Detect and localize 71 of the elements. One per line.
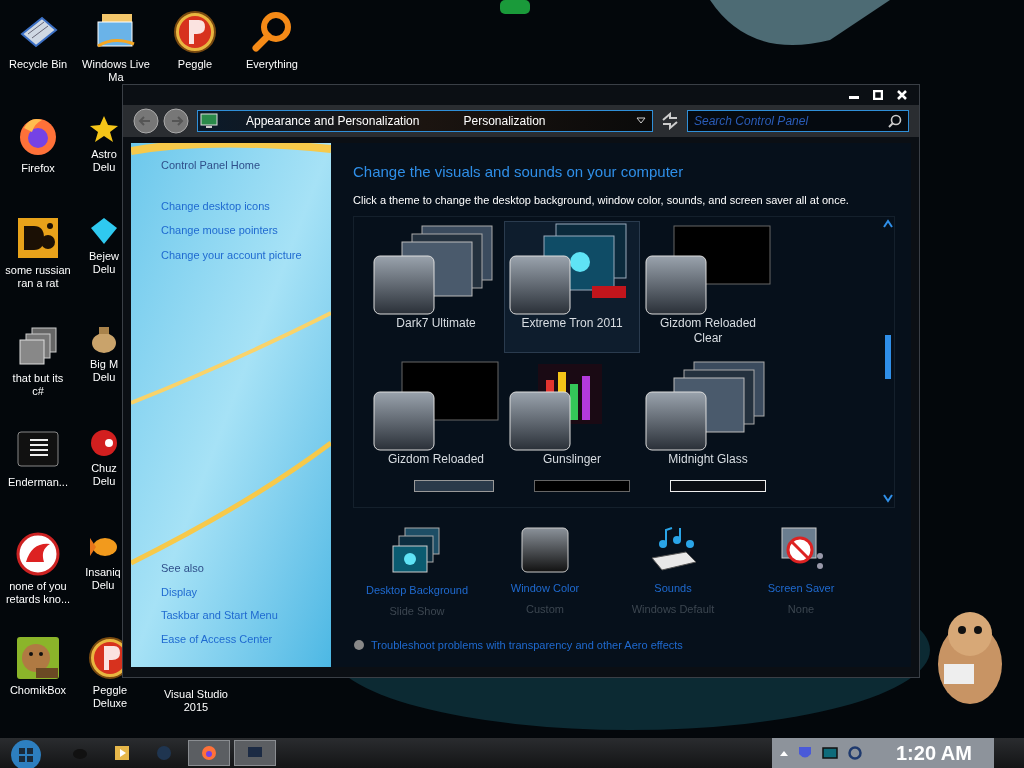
desktop-icon-label[interactable]: Astro Delu [86, 148, 122, 174]
stacked-windows-icon [16, 324, 60, 368]
indicator-light-icon [500, 0, 530, 14]
caret-up-icon[interactable] [780, 750, 788, 756]
search-field[interactable]: Search Control Panel [687, 110, 909, 132]
setting-link[interactable]: Screen Saver [767, 580, 835, 597]
desktop-icon-label[interactable]: Firefox [21, 162, 55, 175]
theme-tile[interactable]: Midnight Glass [640, 357, 776, 474]
peggle-icon [173, 10, 217, 54]
dropdown-icon[interactable] [636, 117, 646, 125]
monitor-icon [200, 113, 218, 129]
monitor-icon[interactable] [822, 747, 838, 759]
desktop-icon-label[interactable]: Peggle Deluxe [84, 684, 136, 710]
theme-name: Gunslinger [542, 452, 602, 467]
troubleshoot-link[interactable]: Troubleshoot problems with transparency and other Aero effects [371, 637, 683, 654]
desktop-icon-label[interactable]: Insaniq Delu [84, 566, 122, 592]
ball-icon [89, 428, 119, 458]
theme-name: Dark7 Ultimate [395, 316, 477, 331]
desktop-icon-label[interactable]: Bejew Delu [86, 250, 122, 276]
see-also-heading: See also [161, 561, 205, 576]
breadcrumb[interactable]: Appearance and Personalization [246, 112, 420, 130]
setting-link[interactable]: Desktop Background [365, 582, 469, 599]
theme-tile[interactable]: Gizdom Reloaded Clear [640, 221, 776, 353]
firefox-icon [201, 745, 217, 761]
maximize-icon[interactable] [873, 90, 883, 100]
theme-name: Gizdom Reloaded [386, 452, 486, 467]
desktop-icon-label[interactable]: some russian ran a rat [0, 264, 76, 290]
hamster-box-icon [16, 636, 60, 680]
desktop-icon-label[interactable]: Peggle [177, 58, 213, 71]
theme-tile[interactable]: Gunslinger [504, 357, 640, 474]
theme-name: Extreme Tron 2011 [520, 316, 624, 331]
search-input[interactable]: Search Control Panel [694, 112, 888, 130]
address-bar[interactable]: Appearance and Personalization Personalization [197, 110, 653, 132]
magnifier-icon [250, 10, 294, 54]
desktop-icon-label[interactable]: Enderman... [8, 476, 68, 489]
search-icon[interactable] [888, 114, 902, 128]
breadcrumb[interactable]: Personalization [463, 112, 546, 130]
desktop-icon-label[interactable]: ChomikBox [9, 684, 67, 697]
page-heading: Change the visuals and sounds on your computer [353, 162, 685, 182]
task-link[interactable]: Change your account picture [161, 246, 331, 263]
gem-icon [89, 216, 119, 246]
see-also-link[interactable]: Display [161, 583, 331, 600]
theme-name: Gizdom Reloaded Clear [658, 316, 758, 346]
forward-icon[interactable] [163, 108, 189, 134]
page-description: Click a theme to change the desktop background, window color, sounds, and screen saver all at once. [353, 192, 850, 208]
glass-square-icon [520, 526, 570, 574]
refresh-icon[interactable] [661, 112, 679, 130]
desktop-icon-label[interactable]: Windows Live Ma [76, 58, 156, 84]
control-panel-home-link[interactable]: Control Panel Home [161, 157, 331, 174]
window-taskbar-button[interactable] [234, 740, 276, 766]
monitor-icon [247, 746, 263, 760]
desktop-icon-label[interactable]: Visual Studio 2015 [156, 688, 236, 714]
money-bag-icon [89, 324, 119, 354]
theme-tile[interactable]: Gizdom Reloaded [368, 357, 504, 474]
letters-tile-icon [16, 216, 60, 260]
setting-link[interactable]: Sounds [654, 580, 692, 597]
desktop-icon-label[interactable]: Chuz Delu [86, 462, 122, 488]
close-icon[interactable] [897, 90, 907, 100]
dragon-logo-icon [16, 532, 60, 576]
theme-tile[interactable]: Dark7 Ultimate [368, 221, 504, 353]
desktop-icon-label[interactable]: Big M Delu [86, 358, 122, 384]
theme-tile[interactable]: Extreme Tron 2011 [504, 221, 640, 353]
desktop-icon-label[interactable]: none of you retards kno... [0, 580, 76, 606]
desktop-icon-label[interactable]: Recycle Bin [8, 58, 68, 71]
desktop-icon-label[interactable]: that but its c# [6, 372, 70, 398]
setting-link[interactable]: Window Color [510, 580, 580, 597]
media-player-icon[interactable] [114, 745, 130, 761]
back-icon[interactable] [133, 108, 159, 134]
desktop-icon-label[interactable]: Everything [246, 58, 298, 71]
star-icon [89, 114, 119, 144]
theme-name: Midnight Glass [667, 452, 749, 467]
